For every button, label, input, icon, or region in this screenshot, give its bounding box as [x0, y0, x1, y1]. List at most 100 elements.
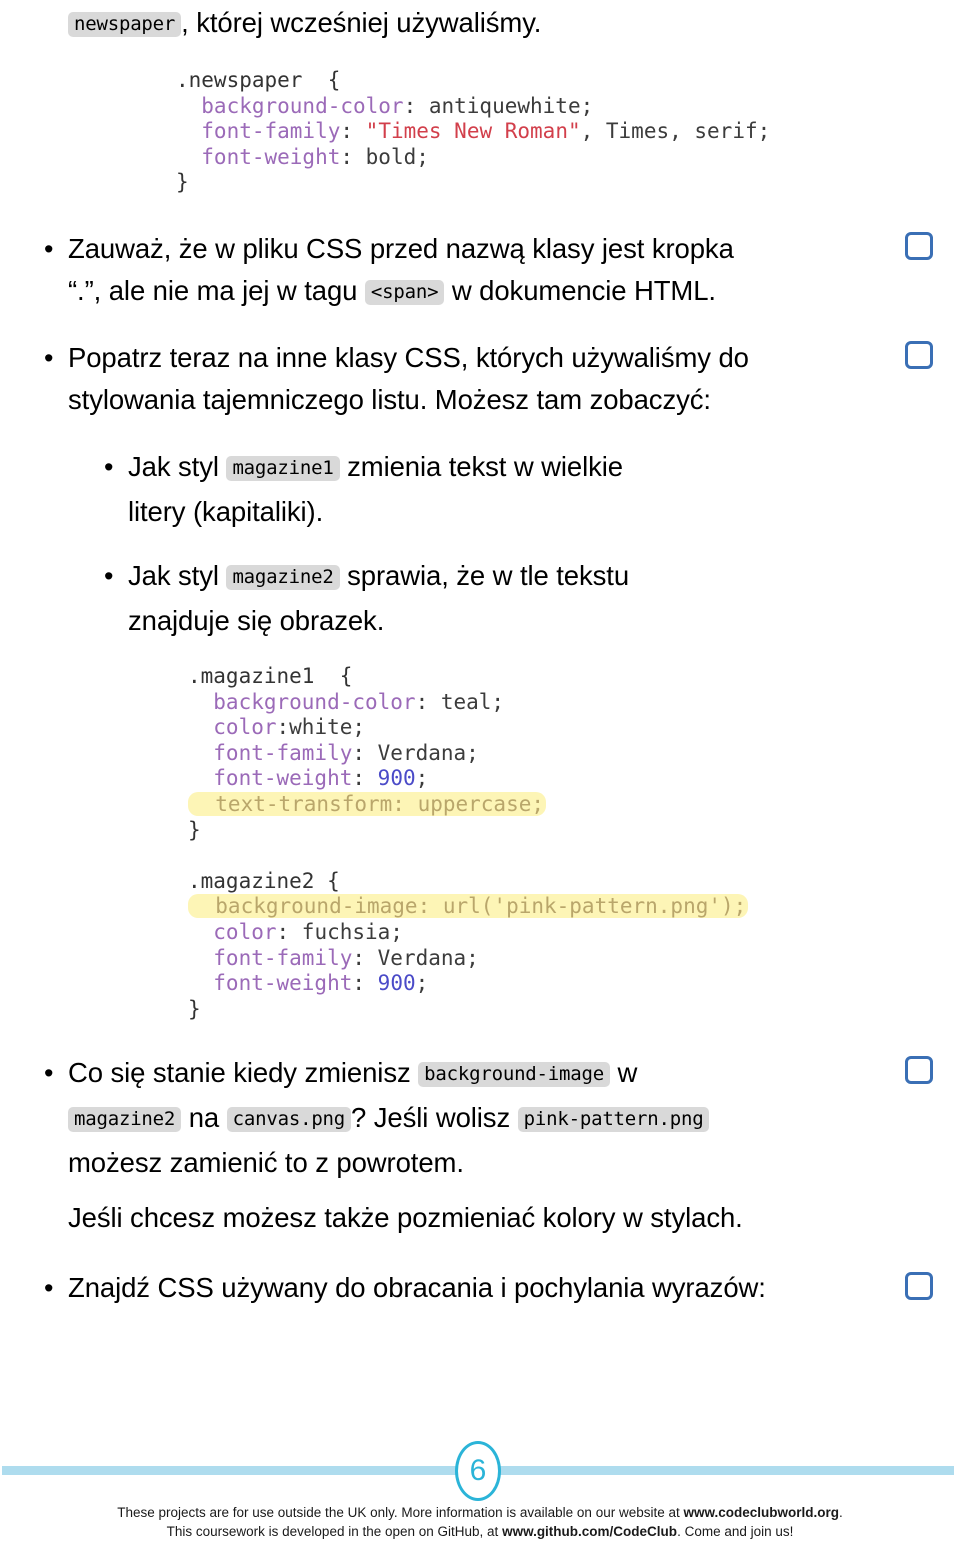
code-line: .magazine2 { — [188, 869, 748, 895]
code-line: font-family: Verdana; — [188, 946, 748, 972]
code-token: .magazine1 { — [188, 664, 353, 688]
code-line: .newspaper { — [176, 68, 770, 94]
code-block-newspaper: .newspaper { background-color: antiquewh… — [176, 68, 770, 196]
bullet-2-line-1: Popatrz teraz na inne klasy CSS, których… — [68, 342, 749, 373]
bullet-5-followup-paragraph: Jeśli chcesz możesz także pozmieniać kol… — [68, 1202, 743, 1233]
bullet-3-line-1: Jak styl magazine1 zmienia tekst w wielk… — [128, 451, 623, 482]
code-token: : — [352, 766, 378, 791]
lead-paragraph-text: , której wcześniej używaliśmy. — [181, 7, 542, 38]
code-line: color: fuchsia; — [188, 920, 748, 946]
checkbox-bullet-5[interactable] — [905, 1056, 933, 1084]
code-chip-span-tag: <span> — [364, 280, 445, 305]
code-line: font-weight: bold; — [176, 145, 770, 171]
code-line: font-family: Verdana; — [188, 741, 748, 767]
bullet-2-line-2: stylowania tajemniczego listu. Możesz ta… — [68, 384, 711, 415]
checkbox-bullet-2[interactable] — [905, 341, 933, 369]
bullet-4-line-2: znajduje się obrazek. — [128, 605, 385, 636]
bullet-5-body: Co się stanie kiedy zmienisz background-… — [68, 1052, 874, 1184]
bullet-marker — [44, 1052, 68, 1094]
code-token: : fuchsia; — [276, 919, 403, 944]
code-token: , Times, serif; — [580, 119, 771, 144]
code-line: .magazine1 { — [188, 664, 748, 690]
bullet-item-1: Zauważ, że w pliku CSS przed nazwą klasy… — [44, 228, 854, 315]
bullet-5-line-2: magazine2 na canvas.png? Jeśli wolisz pi… — [68, 1097, 874, 1142]
code-token: font-weight — [176, 144, 341, 169]
bullet-marker — [104, 446, 128, 488]
code-chip-newspaper: newspaper — [68, 12, 182, 37]
bullet-1-body: Zauważ, że w pliku CSS przed nazwą klasy… — [68, 228, 854, 315]
code-chip-background-image: background-image — [418, 1062, 610, 1087]
bullet-item-5: Co się stanie kiedy zmienisz background-… — [44, 1052, 874, 1184]
bullet-5-line-1: Co się stanie kiedy zmienisz background-… — [68, 1057, 638, 1088]
code-block-magazine: .magazine1 { background-color: teal; col… — [188, 664, 749, 1023]
code-token: : teal; — [415, 689, 505, 714]
bullet-marker — [44, 228, 68, 270]
code-token: color — [188, 715, 277, 740]
bullet-3-line-2: litery (kapitaliki). — [128, 496, 324, 527]
code-token: .newspaper { — [176, 68, 341, 92]
checkbox-bullet-6[interactable] — [905, 1272, 933, 1300]
bullet-item-2: Popatrz teraz na inne klasy CSS, których… — [44, 337, 854, 421]
checkbox-bullet-1[interactable] — [905, 232, 933, 260]
code-token: background-color — [188, 689, 416, 714]
code-token: ; — [415, 766, 429, 791]
bullet-4-line-1: Jak styl magazine2 sprawia, że w tle tek… — [128, 560, 630, 591]
code-line: color:white; — [188, 715, 748, 741]
code-token: background-image: url('pink-pattern.png'… — [190, 894, 747, 919]
code-line: } — [176, 170, 770, 196]
bullet-marker — [104, 555, 128, 597]
code-token: } — [176, 170, 189, 195]
code-token: text-transform: uppercase; — [190, 791, 545, 816]
code-line: text-transform: uppercase; — [188, 791, 748, 818]
bullet-marker — [44, 337, 68, 379]
code-token: } — [188, 817, 201, 842]
code-token: : bold; — [340, 144, 429, 169]
code-line: } — [188, 997, 748, 1023]
bullet-item-4: Jak styl magazine2 sprawia, że w tle tek… — [104, 555, 864, 642]
code-token: 900 — [377, 766, 416, 791]
code-chip-magazine2-b: magazine2 — [68, 1107, 182, 1132]
code-line: font-family: "Times New Roman", Times, s… — [176, 119, 770, 145]
bullet-item-3: Jak styl magazine1 zmienia tekst w wielk… — [104, 446, 864, 533]
bullet-3-body: Jak styl magazine1 zmienia tekst w wielk… — [128, 446, 864, 533]
bullet-2-body: Popatrz teraz na inne klasy CSS, których… — [68, 337, 854, 421]
footer-link-github-codeclub[interactable]: www.github.com/CodeClub — [502, 1524, 677, 1539]
document-page: newspaper, której wcześniej używaliśmy. … — [0, 0, 960, 1541]
bullet-5-line-3: możesz zamienić to z powrotem. — [68, 1147, 464, 1178]
code-token: 900 — [377, 971, 416, 996]
footer-link-codeclubworld[interactable]: www.codeclubworld.org — [684, 1505, 840, 1520]
footer-line-2: This coursework is developed in the open… — [166, 1524, 794, 1539]
code-token: .magazine2 { — [188, 868, 340, 893]
bullet-6-body: Znajdź CSS używany do obracania i pochyl… — [68, 1272, 766, 1303]
code-token: font-family — [188, 945, 353, 970]
code-line: background-color: teal; — [188, 690, 748, 716]
code-token: : — [352, 971, 378, 996]
code-token: font-weight — [188, 766, 353, 791]
code-token: } — [188, 996, 201, 1021]
code-token: :white; — [276, 715, 366, 740]
code-chip-magazine2: magazine2 — [226, 565, 340, 590]
bullet-1-line-1: Zauważ, że w pliku CSS przed nazwą klasy… — [68, 233, 734, 264]
lead-paragraph: newspaper, której wcześniej używaliśmy. — [68, 2, 928, 47]
code-line: background-color: antiquewhite; — [176, 94, 770, 120]
bullet-1-line-2: “.”, ale nie ma jej w tagu <span> w doku… — [68, 275, 716, 306]
code-line: font-weight: 900; — [188, 971, 748, 997]
code-token: : — [340, 119, 366, 144]
code-token: ; — [415, 971, 429, 996]
footer-line-1: These projects are for use outside the U… — [117, 1505, 843, 1520]
code-token: background-color — [176, 93, 404, 118]
bullet-marker — [44, 1267, 68, 1309]
footer-text: These projects are for use outside the U… — [0, 1503, 960, 1541]
code-line-highlight: text-transform: uppercase; — [188, 791, 547, 816]
code-token: : Verdana; — [352, 740, 479, 765]
code-token: color — [188, 919, 277, 944]
code-line: background-image: url('pink-pattern.png'… — [188, 894, 749, 920]
bullet-item-6: Znajdź CSS używany do obracania i pochyl… — [44, 1267, 874, 1309]
code-token: font-family — [188, 740, 353, 765]
code-token: "Times New Roman" — [365, 119, 581, 144]
code-token: : Verdana; — [352, 945, 479, 970]
code-token: : antiquewhite; — [403, 93, 594, 118]
code-chip-pink-pattern-png: pink-pattern.png — [517, 1107, 710, 1132]
code-line: font-weight: 900; — [188, 766, 748, 792]
